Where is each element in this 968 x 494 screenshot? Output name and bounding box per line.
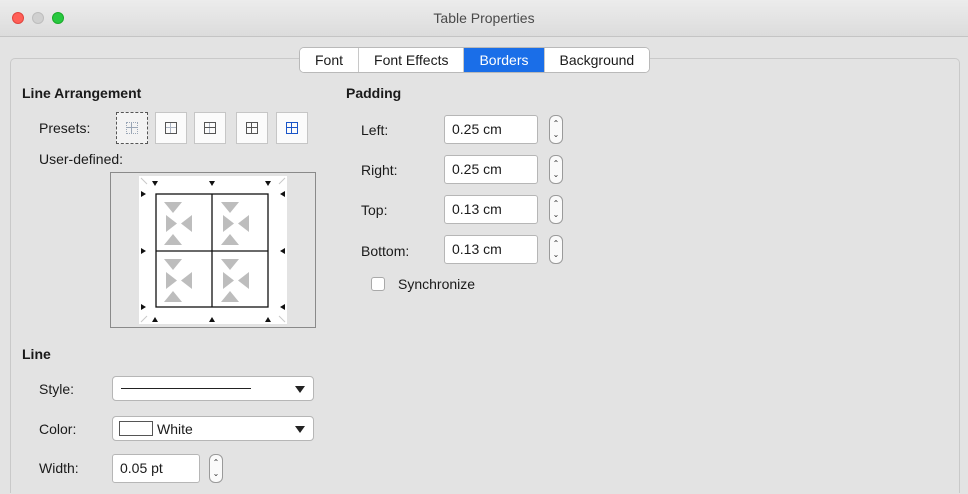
synchronize-label: Synchronize <box>398 276 476 292</box>
tab-font-effects[interactable]: Font Effects <box>359 48 465 72</box>
padding-top-label: Top: <box>361 202 388 218</box>
color-swatch <box>119 421 153 436</box>
tab-bar: Font Font Effects Borders Background <box>299 47 651 73</box>
user-defined-label: User-defined: <box>39 151 124 167</box>
preset-outer-border-icon <box>165 122 177 134</box>
padding-right-stepper[interactable]: ⌃ ⌄ <box>549 155 563 184</box>
line-arrangement-heading: Line Arrangement <box>22 85 142 101</box>
padding-left-field[interactable]: 0.25 cm <box>444 115 538 144</box>
preset-all-borders-icon <box>246 122 258 134</box>
color-label: Color: <box>39 421 77 437</box>
preset-outer-border-button[interactable] <box>155 112 187 144</box>
preset-outer-all-inner-button[interactable] <box>276 112 308 144</box>
width-label: Width: <box>39 460 79 476</box>
padding-top-field[interactable]: 0.13 cm <box>444 195 538 224</box>
preset-outer-horizontal-button[interactable] <box>194 112 226 144</box>
padding-bottom-field[interactable]: 0.13 cm <box>444 235 538 264</box>
style-label: Style: <box>39 381 75 397</box>
presets-label: Presets: <box>39 120 91 136</box>
synchronize-checkbox[interactable] <box>371 277 385 291</box>
color-value: White <box>157 421 193 437</box>
preset-outer-horizontal-icon <box>204 122 216 134</box>
padding-right-field[interactable]: 0.25 cm <box>444 155 538 184</box>
window-title: Table Properties <box>433 10 535 26</box>
preset-all-borders-button[interactable] <box>236 112 268 144</box>
padding-right-label: Right: <box>361 162 398 178</box>
line-width-field[interactable]: 0.05 pt <box>112 454 200 483</box>
padding-left-label: Left: <box>361 122 389 138</box>
line-heading: Line <box>22 346 51 362</box>
preset-no-borders-icon <box>126 122 138 134</box>
preset-no-borders-button[interactable] <box>116 112 148 144</box>
line-color-dropdown[interactable]: White <box>112 416 314 441</box>
line-style-preview <box>121 388 251 389</box>
title-bar: Table Properties <box>0 0 968 37</box>
tab-borders[interactable]: Borders <box>464 48 545 72</box>
chevron-down-icon <box>295 386 305 393</box>
padding-left-stepper[interactable]: ⌃ ⌄ <box>549 115 563 144</box>
preset-outer-all-inner-icon <box>286 122 298 134</box>
tab-font[interactable]: Font <box>300 48 360 72</box>
line-width-stepper[interactable]: ⌃ ⌄ <box>209 454 223 483</box>
padding-bottom-label: Bottom: <box>361 243 410 259</box>
padding-heading: Padding <box>346 85 402 101</box>
padding-top-stepper[interactable]: ⌃ ⌄ <box>549 195 563 224</box>
tab-background[interactable]: Background <box>544 48 650 72</box>
border-preview-graphic <box>139 176 287 324</box>
user-defined-border-preview[interactable] <box>110 172 316 328</box>
padding-bottom-stepper[interactable]: ⌃ ⌄ <box>549 235 563 264</box>
chevron-down-icon <box>295 426 305 433</box>
line-style-dropdown[interactable] <box>112 376 314 401</box>
